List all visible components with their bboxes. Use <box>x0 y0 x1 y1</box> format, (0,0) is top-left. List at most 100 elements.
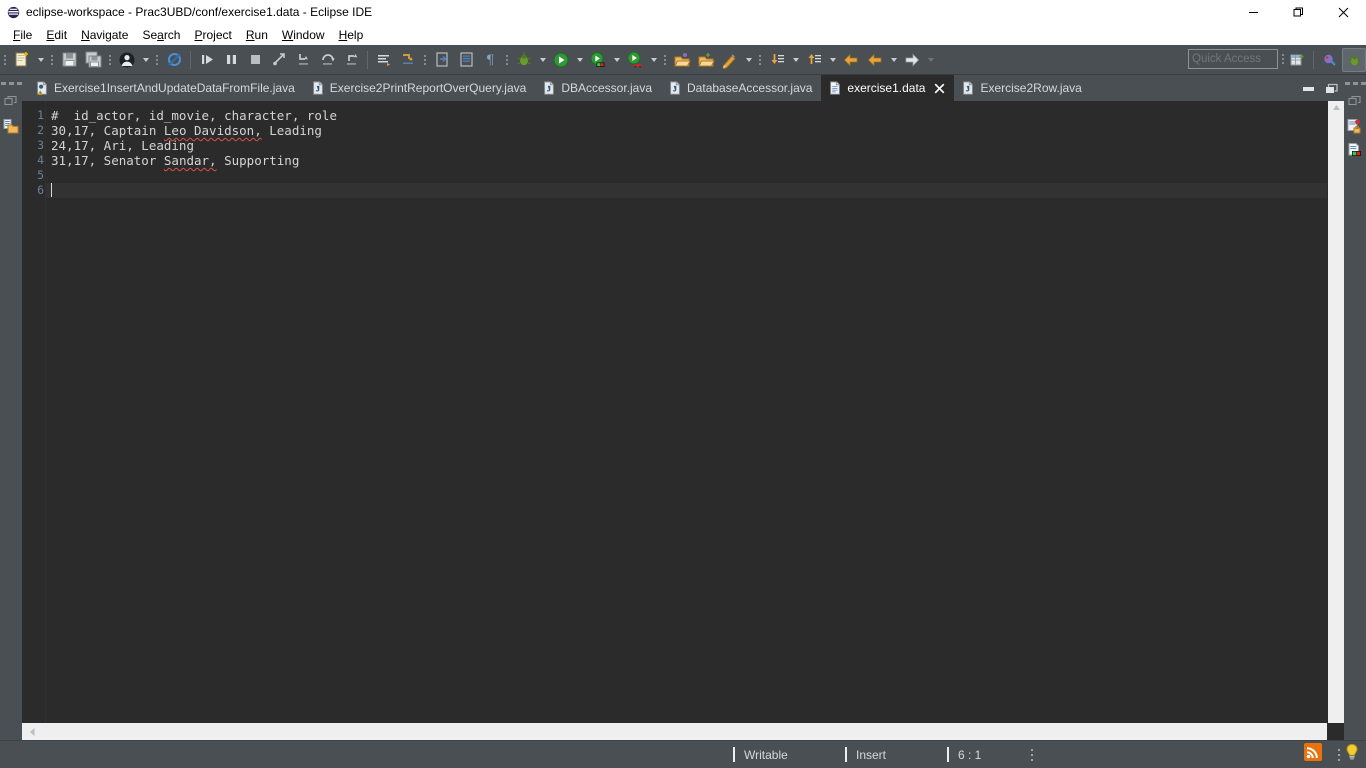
new-file-icon[interactable] <box>10 48 34 72</box>
toggle-mark-occurrences-icon[interactable] <box>396 48 420 72</box>
maximize-window-button[interactable] <box>1276 0 1321 24</box>
menu-run[interactable]: Run <box>239 26 275 44</box>
code-viewport[interactable]: 1 2 3 4 5 6 # id_actor, id_movie, charac… <box>22 101 1344 723</box>
menu-file[interactable]: File <box>6 26 39 44</box>
new-java-class-dropdown-icon[interactable] <box>742 48 755 72</box>
open-type-icon[interactable] <box>430 48 454 72</box>
status-writable: Writable <box>733 747 845 762</box>
back-icon[interactable] <box>839 48 863 72</box>
previous-annotation-dropdown-icon[interactable] <box>826 48 839 72</box>
toolbar-grip[interactable] <box>49 51 55 69</box>
skip-breakpoints-icon[interactable] <box>162 48 186 72</box>
editor-area: Exercise1InsertAndUpdateDataFromFile.jav… <box>22 75 1344 740</box>
toolbar-grip[interactable] <box>107 51 113 69</box>
menu-navigate[interactable]: Navigate <box>74 26 135 44</box>
tab-exercise1-data[interactable]: exercise1.data <box>821 75 955 101</box>
toolbar-grip[interactable] <box>662 51 668 69</box>
suspend-icon[interactable] <box>219 48 243 72</box>
rss-feed-icon[interactable] <box>1304 743 1322 766</box>
tab-exercise2row[interactable]: Exercise2Row.java <box>954 75 1090 101</box>
open-perspective-button[interactable] <box>1285 48 1309 72</box>
save-all-icon[interactable] <box>81 48 105 72</box>
profile-icon[interactable] <box>623 48 647 72</box>
minimize-window-button[interactable] <box>1231 0 1276 24</box>
outline-icon[interactable] <box>1344 138 1366 162</box>
step-over-icon[interactable] <box>315 48 339 72</box>
run-dropdown-icon[interactable] <box>573 48 586 72</box>
editor-vertical-scrollbar[interactable] <box>1327 101 1344 723</box>
step-into-icon[interactable] <box>291 48 315 72</box>
toolbar-grip[interactable] <box>2 51 8 69</box>
previous-annotation-icon[interactable] <box>802 48 826 72</box>
run-icon[interactable] <box>549 48 573 72</box>
menu-edit[interactable]: Edit <box>39 26 74 44</box>
next-annotation-icon[interactable] <box>765 48 789 72</box>
menu-search[interactable]: Search <box>135 26 187 44</box>
next-annotation-dropdown-icon[interactable] <box>789 48 802 72</box>
restore-icon[interactable] <box>1344 90 1366 114</box>
scroll-left-arrow-icon[interactable] <box>28 727 36 737</box>
tab-databaseaccessor[interactable]: DatabaseAccessor.java <box>661 75 821 101</box>
debug-perspective-icon[interactable] <box>1342 48 1366 72</box>
new-java-project-icon[interactable] <box>694 48 718 72</box>
disconnect-icon[interactable] <box>267 48 291 72</box>
text-editor[interactable]: 1 2 3 4 5 6 # id_actor, id_movie, charac… <box>22 101 1344 740</box>
menu-window[interactable]: Window <box>275 26 332 44</box>
line-number-gutter: 1 2 3 4 5 6 <box>22 101 46 723</box>
menu-project[interactable]: Project <box>187 26 238 44</box>
open-task-icon[interactable] <box>454 48 478 72</box>
toolbar-grip[interactable] <box>757 51 763 69</box>
forward-icon[interactable] <box>900 48 924 72</box>
debug-dropdown-icon[interactable] <box>536 48 549 72</box>
java-perspective-icon[interactable] <box>1318 48 1342 72</box>
minimize-icon[interactable] <box>1301 81 1317 97</box>
toolbar-grip[interactable] <box>504 51 510 69</box>
save-icon[interactable] <box>57 48 81 72</box>
step-return-icon[interactable] <box>339 48 363 72</box>
maximize-icon[interactable] <box>1324 81 1340 97</box>
tab-exercise2-print-report[interactable]: Exercise2PrintReportOverQuery.java <box>304 75 536 101</box>
status-insert-mode: Insert <box>845 747 947 762</box>
toolbar-grip[interactable] <box>422 51 428 69</box>
status-overflow-icon[interactable] <box>1338 748 1340 761</box>
svg-text:¶: ¶ <box>486 53 494 68</box>
restore-icon[interactable] <box>0 90 22 114</box>
tab-dbaccessor[interactable]: DBAccessor.java <box>535 75 661 101</box>
tab-label: DatabaseAccessor.java <box>687 81 813 95</box>
toolbar-grip[interactable] <box>154 51 160 69</box>
pilcrow-icon[interactable]: ¶ <box>478 48 502 72</box>
tab-label: DBAccessor.java <box>561 81 653 95</box>
tab-exercise1-insert-update[interactable]: Exercise1InsertAndUpdateDataFromFile.jav… <box>28 75 304 101</box>
code-text-area[interactable]: # id_actor, id_movie, character, role 30… <box>46 101 1327 723</box>
tip-of-the-day-icon[interactable] <box>1344 743 1360 766</box>
status-overflow-icon[interactable] <box>1031 748 1033 761</box>
open-perspective-icon[interactable] <box>670 48 694 72</box>
terminate-icon[interactable] <box>243 48 267 72</box>
main-toolbar: ¶ <box>0 45 1366 75</box>
editor-horizontal-scrollbar[interactable] <box>22 723 1327 740</box>
new-java-class-icon[interactable] <box>718 48 742 72</box>
java-file-icon <box>312 81 323 95</box>
new-file-dropdown-icon[interactable] <box>34 48 47 72</box>
package-explorer-icon[interactable] <box>0 114 22 138</box>
back-dropdown-icon[interactable] <box>887 48 900 72</box>
menu-help[interactable]: Help <box>332 26 371 44</box>
coverage-icon[interactable] <box>586 48 610 72</box>
user-profile-dropdown-icon[interactable] <box>139 48 152 72</box>
back-history-icon[interactable] <box>863 48 887 72</box>
close-window-button[interactable] <box>1321 0 1366 24</box>
task-list-icon[interactable] <box>1344 114 1366 138</box>
coverage-dropdown-icon[interactable] <box>610 48 623 72</box>
close-icon[interactable] <box>933 82 945 94</box>
resume-icon[interactable] <box>195 48 219 72</box>
rail-grip[interactable] <box>0 79 22 90</box>
scroll-up-arrow-icon[interactable] <box>1332 104 1341 111</box>
tab-label: Exercise1InsertAndUpdateDataFromFile.jav… <box>54 81 295 95</box>
code-line-text: 24,17, Ari, Leading <box>51 138 194 153</box>
show-whitespace-icon[interactable] <box>372 48 396 72</box>
quick-access-input[interactable] <box>1188 49 1278 69</box>
user-profile-icon[interactable] <box>115 48 139 72</box>
profile-dropdown-icon[interactable] <box>647 48 660 72</box>
rail-grip[interactable] <box>1344 79 1366 90</box>
debug-icon[interactable] <box>512 48 536 72</box>
